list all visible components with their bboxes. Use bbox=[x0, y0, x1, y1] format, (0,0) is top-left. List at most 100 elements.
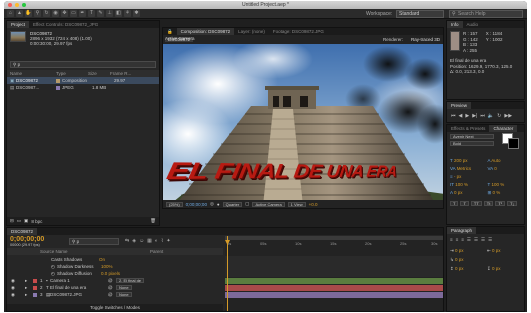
baseline-shift-value[interactable]: 0 px bbox=[454, 190, 463, 195]
layer-name[interactable]: El final de una era bbox=[50, 285, 108, 290]
time-ruler[interactable]: 0s 05s 10s 15s 20s 25s 30s bbox=[225, 241, 443, 248]
label-color-swatch[interactable] bbox=[33, 285, 37, 290]
rotate-tool-icon[interactable]: ↻ bbox=[43, 10, 50, 17]
small-caps-button[interactable]: Tt bbox=[483, 201, 494, 206]
stopwatch-icon[interactable]: ◴ bbox=[51, 271, 55, 277]
trash-icon[interactable]: 🗑 bbox=[150, 218, 156, 224]
toggle-switches-modes-button[interactable]: Toggle Switches / Modes bbox=[90, 305, 140, 310]
all-caps-button[interactable]: TT bbox=[470, 201, 482, 206]
eraser-tool-icon[interactable]: ◧ bbox=[115, 10, 122, 17]
lock-icon[interactable]: 🔒 bbox=[163, 28, 177, 35]
layer-bar-image[interactable] bbox=[225, 292, 443, 298]
layer-bar-text[interactable] bbox=[225, 285, 443, 291]
motion-blur-icon[interactable]: ◐ bbox=[155, 238, 158, 244]
last-frame-icon[interactable]: ⏭ bbox=[480, 113, 485, 119]
parent-select[interactable]: None bbox=[116, 285, 132, 290]
font-style-select[interactable]: Bold bbox=[450, 141, 494, 146]
first-frame-icon[interactable]: ⏮ bbox=[451, 113, 456, 119]
faux-italic-button[interactable]: T bbox=[460, 201, 469, 206]
frame-blending-icon[interactable]: ▦ bbox=[147, 238, 152, 244]
column-type[interactable]: Type bbox=[56, 71, 88, 76]
type-tool-icon[interactable]: T bbox=[88, 10, 95, 17]
vertical-scale-value[interactable]: 100 % bbox=[455, 182, 468, 187]
tab-effect-controls[interactable]: Effect Controls: DSC09872_JPG bbox=[29, 21, 102, 28]
justify-all-icon[interactable]: ☰ bbox=[488, 237, 492, 243]
expand-arrow-icon[interactable]: ▸ bbox=[25, 285, 33, 291]
rectangle-tool-icon[interactable]: ▭ bbox=[70, 10, 77, 17]
stopwatch-icon[interactable]: ◴ bbox=[51, 264, 55, 270]
comp-mini-flowchart-icon[interactable]: ⇆ bbox=[125, 238, 129, 244]
property-row[interactable]: ◴ Shadow Darkness 100% bbox=[7, 263, 223, 270]
layer-name[interactable]: DSC09872.JPG bbox=[50, 292, 108, 297]
ram-preview-icon[interactable]: ▶▶ bbox=[504, 113, 512, 119]
pan-behind-tool-icon[interactable]: ✥ bbox=[61, 10, 68, 17]
property-value[interactable]: 100% bbox=[101, 264, 113, 269]
label-color-swatch[interactable] bbox=[33, 292, 37, 297]
space-before-value[interactable]: 0 px bbox=[455, 266, 464, 271]
column-frame-rate[interactable]: Frame R... bbox=[110, 71, 140, 76]
exposure-value[interactable]: +0.0 bbox=[309, 202, 318, 207]
region-icon[interactable]: ▢ bbox=[245, 201, 249, 207]
font-family-select[interactable]: Avenir Next bbox=[450, 134, 494, 139]
composition-canvas[interactable]: Active Camera EL FINAL DE UNA ERA bbox=[163, 36, 443, 208]
work-area-bar[interactable] bbox=[225, 236, 443, 240]
kerning-value[interactable]: Metrics bbox=[457, 166, 472, 171]
stamp-tool-icon[interactable]: ⊥ bbox=[106, 10, 113, 17]
visibility-eye-icon[interactable]: ◉ bbox=[11, 292, 25, 298]
expand-arrow-icon[interactable]: ▸ bbox=[25, 278, 33, 284]
pickwhip-icon[interactable]: @ bbox=[108, 278, 116, 283]
tab-composition[interactable]: Composition: DSC09872 bbox=[176, 28, 235, 35]
graph-editor-icon[interactable]: ⌇ bbox=[161, 238, 163, 244]
close-window-button[interactable] bbox=[8, 3, 12, 7]
project-row-composition[interactable]: ▣ DSC09872 Composition 29.97 bbox=[7, 77, 159, 84]
column-size[interactable]: Size bbox=[88, 71, 110, 76]
shy-layers-icon[interactable]: ☺ bbox=[139, 238, 144, 244]
column-parent[interactable]: Parent bbox=[150, 249, 163, 254]
align-left-icon[interactable]: ≡ bbox=[450, 237, 453, 243]
layer-row-image[interactable]: ◉ ▸ 3 ▤ DSC09872.JPG @ None bbox=[7, 291, 223, 298]
current-time-indicator[interactable] bbox=[227, 236, 228, 311]
parent-select[interactable]: 2. El final de bbox=[116, 278, 145, 283]
renderer-select[interactable]: Ray-traced 3D bbox=[411, 35, 440, 44]
leading-value[interactable]: Auto bbox=[491, 158, 500, 163]
justify-center-icon[interactable]: ☰ bbox=[474, 237, 478, 243]
tab-timeline-comp[interactable]: DSC09872 bbox=[7, 228, 38, 235]
view-select[interactable]: Active Camera bbox=[252, 201, 285, 207]
layer-name[interactable]: Camera 1 bbox=[50, 278, 108, 283]
layer-bar-camera[interactable] bbox=[225, 278, 443, 284]
selection-tool-icon[interactable]: ▲ bbox=[16, 10, 23, 17]
stroke-color-swatch[interactable] bbox=[508, 138, 519, 149]
play-icon[interactable]: ▶ bbox=[465, 113, 469, 119]
bit-depth-button[interactable]: 8 bpc bbox=[31, 219, 42, 224]
minimize-window-button[interactable] bbox=[15, 3, 19, 7]
audio-icon[interactable]: 🔈 bbox=[488, 113, 494, 119]
indent-right-value[interactable]: 0 px bbox=[492, 248, 501, 253]
align-center-icon[interactable]: ≡ bbox=[456, 237, 459, 243]
subscript-button[interactable]: T₁ bbox=[507, 201, 517, 206]
faux-bold-button[interactable]: T bbox=[450, 201, 459, 206]
quality-select[interactable]: Quarter bbox=[222, 201, 243, 207]
camera-tool-icon[interactable]: ◉ bbox=[52, 10, 59, 17]
home-icon[interactable]: ⌂ bbox=[7, 10, 14, 17]
roto-tool-icon[interactable]: ⚘ bbox=[124, 10, 131, 17]
pickwhip-icon[interactable]: @ bbox=[108, 285, 116, 290]
tab-paragraph[interactable]: Paragraph bbox=[447, 227, 477, 234]
space-after-value[interactable]: 0 px bbox=[492, 266, 501, 271]
timeline-search-input[interactable]: ⚲ p bbox=[69, 238, 119, 245]
expand-arrow-icon[interactable]: ▸ bbox=[25, 292, 33, 298]
pickwhip-icon[interactable]: @ bbox=[108, 292, 116, 297]
tracking-value[interactable]: 0 bbox=[494, 166, 497, 171]
timeline-current-time[interactable]: 0;00;00;00 bbox=[10, 236, 44, 243]
tab-footage[interactable]: Footage: DSC09872.JPG bbox=[269, 28, 328, 35]
project-row-jpeg[interactable]: ▤ DSC0987... JPEG 1.8 MB bbox=[7, 84, 159, 91]
new-composition-icon[interactable]: ▣ bbox=[24, 218, 28, 224]
interpret-footage-icon[interactable]: ⊟ bbox=[10, 218, 14, 224]
channel-icon[interactable]: ● bbox=[217, 202, 220, 207]
column-source-name[interactable]: Source Name bbox=[40, 249, 100, 254]
indent-left-value[interactable]: 0 px bbox=[455, 248, 464, 253]
property-row[interactable]: ◴ Shadow Diffusion 0.0 pixels bbox=[7, 270, 223, 277]
property-value[interactable]: 0.0 pixels bbox=[101, 271, 120, 276]
hand-tool-icon[interactable]: ✋ bbox=[25, 10, 32, 17]
horizontal-scale-value[interactable]: 100 % bbox=[491, 182, 504, 187]
visibility-eye-icon[interactable]: ◉ bbox=[11, 278, 25, 284]
